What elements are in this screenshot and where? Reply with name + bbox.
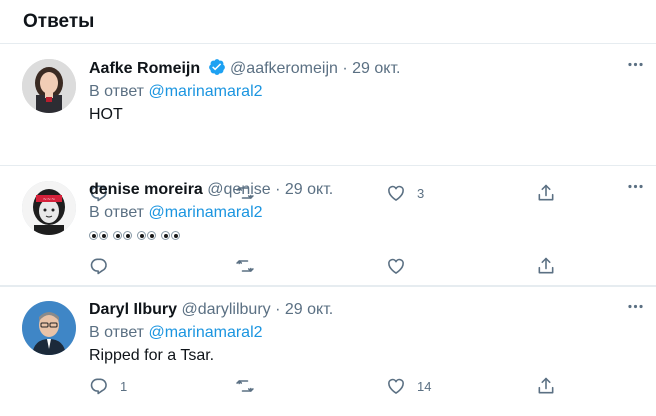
tweet-actions	[89, 255, 569, 277]
like-button[interactable]: 14	[386, 375, 431, 397]
like-count: 14	[417, 378, 432, 394]
author-handle[interactable]: @darylilbury	[181, 301, 270, 318]
tweet-text: Ripped for a Tsar.	[89, 347, 215, 364]
tweet-date[interactable]: 29 окт.	[285, 181, 333, 198]
author-handle[interactable]: @aafkeromeijn	[230, 60, 338, 77]
eyes-emoji-icon	[161, 231, 180, 240]
reply-mention-link[interactable]: @marinamaral2	[148, 324, 262, 341]
eyes-emoji-row	[89, 231, 183, 240]
share-icon	[538, 257, 554, 274]
tweet-text	[89, 226, 636, 246]
author-name[interactable]: Aafke Romeijn	[89, 60, 200, 77]
reply-prefix: В ответ	[89, 324, 145, 341]
separator-dot: ·	[275, 301, 281, 318]
tweet-actions: 1 14	[89, 375, 569, 397]
more-icon[interactable]	[624, 176, 646, 196]
avatar[interactable]: ~~~	[22, 181, 76, 235]
replies-header: Ответы	[0, 0, 656, 44]
reply-icon	[90, 258, 107, 275]
reply-prefix: В ответ	[89, 204, 145, 221]
page-title: Ответы	[23, 10, 95, 32]
tweet-1[interactable]: Aafke Romeijn @aafkeromeijn · 29 окт. В …	[0, 44, 656, 202]
svg-text:~~~: ~~~	[43, 197, 56, 203]
share-icon	[538, 377, 554, 394]
retweet-icon	[236, 380, 254, 392]
heart-icon	[388, 378, 404, 394]
tweet-date[interactable]: 29 окт.	[285, 301, 333, 318]
retweet-button[interactable]	[235, 375, 266, 397]
retweet-button[interactable]	[235, 255, 266, 277]
share-button[interactable]	[536, 375, 556, 397]
reply-mention-link[interactable]: @marinamaral2	[148, 204, 262, 221]
separator-dot: ·	[275, 181, 281, 198]
reply-count: 1	[120, 378, 128, 394]
reply-context: В ответ @marinamaral2	[89, 323, 636, 343]
verified-badge-icon	[208, 58, 226, 76]
retweet-icon	[236, 260, 254, 272]
avatar[interactable]	[22, 59, 76, 113]
separator-dot: ·	[342, 60, 348, 77]
eyes-emoji-icon	[137, 231, 156, 240]
tweet-text: HOT	[89, 106, 123, 123]
author-name[interactable]: Daryl Ilbury	[89, 301, 177, 318]
reply-button[interactable]	[89, 255, 120, 277]
more-icon[interactable]	[624, 296, 646, 316]
tweet-2[interactable]: ~~~ denise moreira @qenise · 29 окт. В о…	[0, 166, 656, 286]
author-name[interactable]: denise moreira	[89, 181, 203, 198]
share-button[interactable]	[536, 255, 556, 277]
like-button[interactable]	[386, 255, 417, 277]
reply-prefix: В ответ	[89, 83, 145, 100]
reply-button[interactable]: 1	[89, 375, 127, 397]
heart-icon	[388, 258, 404, 274]
tweet-date[interactable]: 29 окт.	[352, 60, 400, 77]
reply-context: В ответ @marinamaral2	[89, 82, 636, 102]
eyes-emoji-icon	[89, 231, 108, 240]
reply-icon	[90, 378, 107, 395]
tweet-3[interactable]: Daryl Ilbury @darylilbury · 29 окт. В от…	[0, 286, 656, 395]
reply-context: В ответ @marinamaral2	[89, 203, 636, 223]
eyes-emoji-icon	[113, 231, 132, 240]
more-icon[interactable]	[624, 54, 646, 74]
author-handle[interactable]: @qenise	[207, 181, 270, 198]
reply-mention-link[interactable]: @marinamaral2	[148, 83, 262, 100]
avatar[interactable]	[22, 301, 76, 355]
